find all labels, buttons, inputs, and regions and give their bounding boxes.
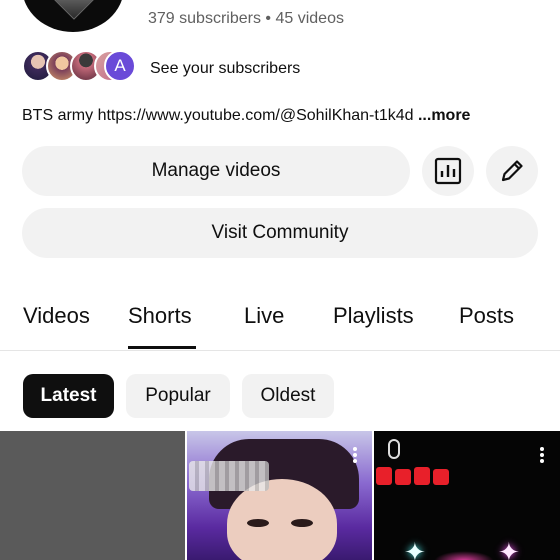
short-thumbnail[interactable]	[0, 431, 185, 560]
channel-avatar[interactable]	[22, 0, 124, 32]
filter-chip-latest[interactable]: Latest	[23, 374, 114, 418]
thumbnail-overlay	[189, 461, 269, 491]
thumbnail-image	[434, 551, 494, 560]
pencil-icon	[498, 157, 526, 185]
edit-channel-button[interactable]	[486, 146, 538, 196]
selected-tab-indicator	[128, 346, 196, 349]
channel-description[interactable]: BTS army https://www.youtube.com/@SohilK…	[22, 107, 470, 125]
short-thumbnail[interactable]	[187, 431, 372, 560]
see-subscribers-link[interactable]: See your subscribers	[150, 60, 300, 78]
subscriber-count: 379 subscribers	[148, 10, 261, 27]
thumbnail-image	[376, 465, 456, 487]
visit-community-button[interactable]: Visit Community	[22, 208, 538, 258]
filter-chip-oldest[interactable]: Oldest	[242, 374, 334, 418]
subscriber-avatar-letter: A	[104, 50, 136, 82]
tab-posts[interactable]: Posts	[459, 303, 514, 329]
stats-separator: •	[265, 10, 272, 27]
sparkle-icon: ✦	[404, 537, 426, 560]
short-thumbnail[interactable]: ✦ ✦	[374, 431, 560, 560]
more-options-icon[interactable]	[345, 445, 365, 469]
tab-shorts[interactable]: Shorts	[128, 303, 192, 329]
tab-live[interactable]: Live	[244, 303, 284, 329]
description-text: BTS army https://www.youtube.com/@SohilK…	[22, 107, 414, 124]
tab-videos[interactable]: Videos	[23, 303, 90, 329]
channel-stats: 379 subscribers • 45 videos	[148, 10, 344, 28]
sparkle-icon: ✦	[498, 537, 520, 560]
thumbnail-image	[247, 519, 269, 527]
more-link[interactable]: ...more	[418, 107, 470, 124]
analytics-icon	[434, 157, 462, 185]
manage-videos-button[interactable]: Manage videos	[22, 146, 410, 196]
thumbnail-image	[388, 439, 400, 459]
video-count: 45 videos	[275, 10, 344, 27]
thumbnail-image	[227, 479, 337, 560]
tab-playlists[interactable]: Playlists	[333, 303, 414, 329]
filter-chip-popular[interactable]: Popular	[126, 374, 230, 418]
analytics-button[interactable]	[422, 146, 474, 196]
more-options-icon[interactable]	[532, 445, 552, 469]
tabs-divider	[0, 350, 560, 351]
thumbnail-image	[291, 519, 313, 527]
channel-logo-diamond	[54, 0, 94, 20]
